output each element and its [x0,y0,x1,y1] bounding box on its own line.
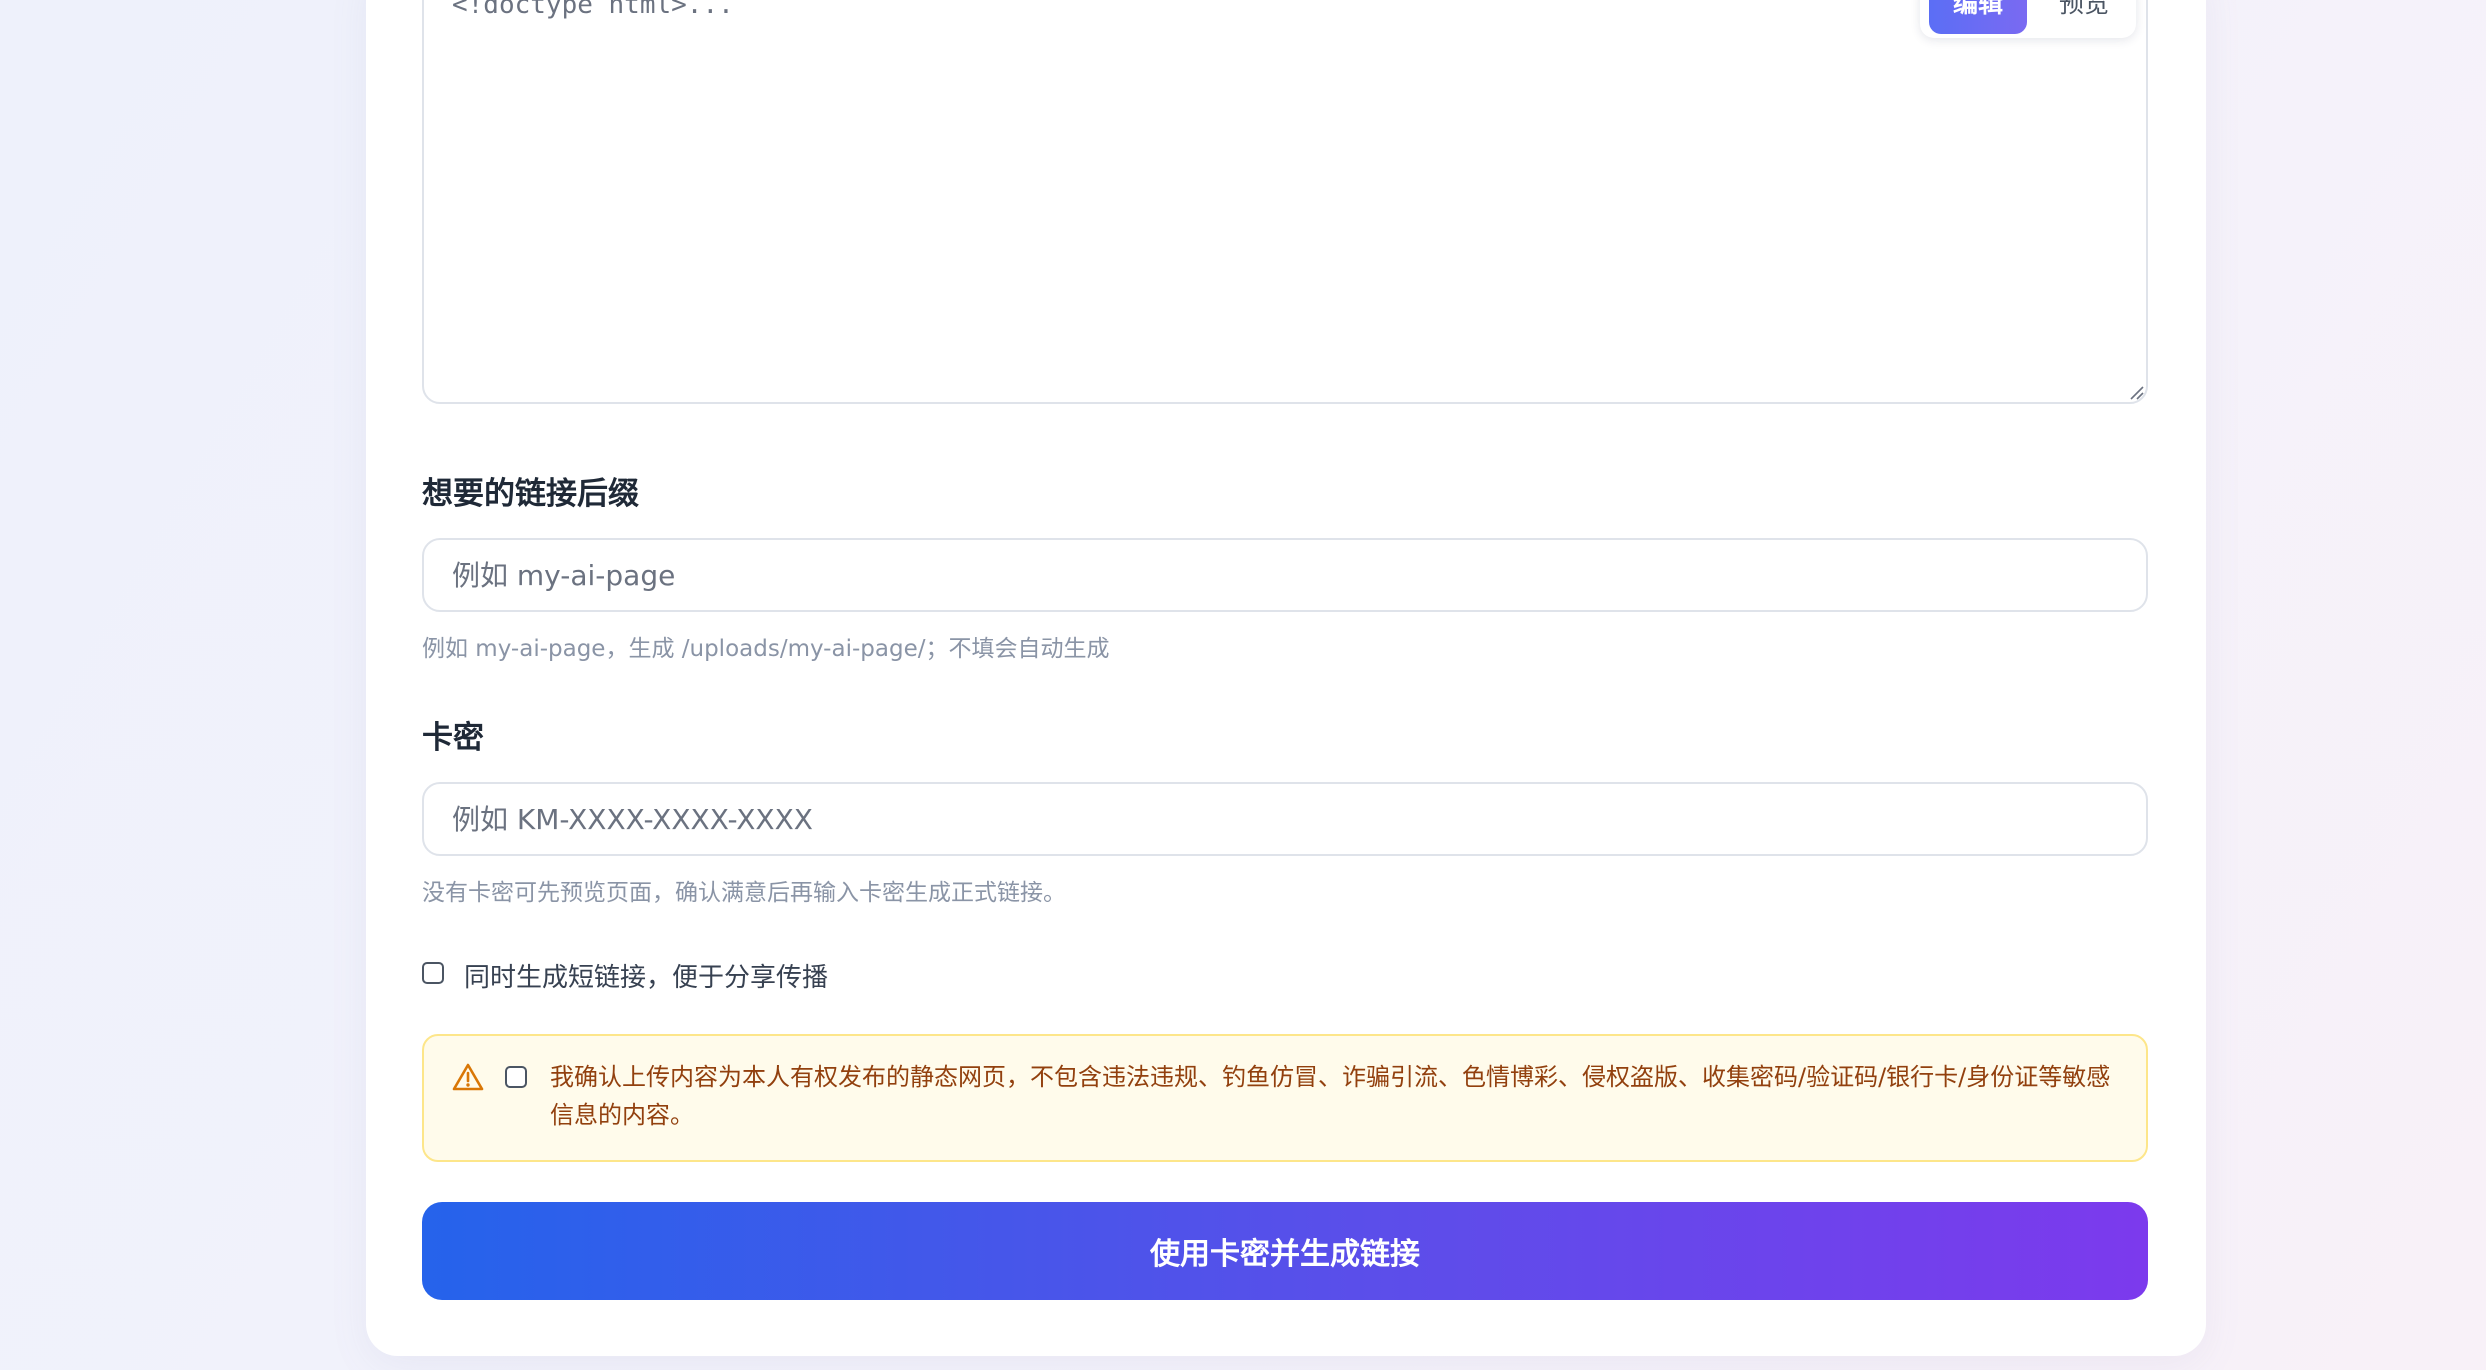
card-key-help-text: 没有卡密可先预览页面，确认满意后再输入卡密生成正式链接。 [422,880,1066,906]
suffix-label: 想要的链接后缀 [422,476,639,512]
html-code-editor[interactable] [422,0,2148,404]
warning-triangle-icon [452,1063,484,1091]
short-link-label[interactable]: 同时生成短链接，便于分享传播 [464,957,828,994]
card-key-label: 卡密 [422,720,484,756]
edit-mode-button[interactable]: 编辑 [1929,0,2027,34]
preview-mode-button[interactable]: 预览 [2040,0,2128,34]
card-key-input[interactable] [422,782,2148,856]
resize-handle-icon[interactable] [2128,384,2144,400]
editor-code-text[interactable]: <!doctype html>... [452,0,734,20]
short-link-checkbox[interactable] [422,962,444,984]
generate-link-button[interactable]: 使用卡密并生成链接 [422,1202,2148,1300]
agreement-checkbox[interactable] [505,1066,527,1088]
suffix-input[interactable] [422,538,2148,612]
suffix-help-text: 例如 my-ai-page，生成 /uploads/my-ai-page/；不填… [422,636,1110,662]
agreement-text[interactable]: 我确认上传内容为本人有权发布的静态网页，不包含违法违规、钓鱼仿冒、诈骗引流、色情… [550,1058,2120,1134]
